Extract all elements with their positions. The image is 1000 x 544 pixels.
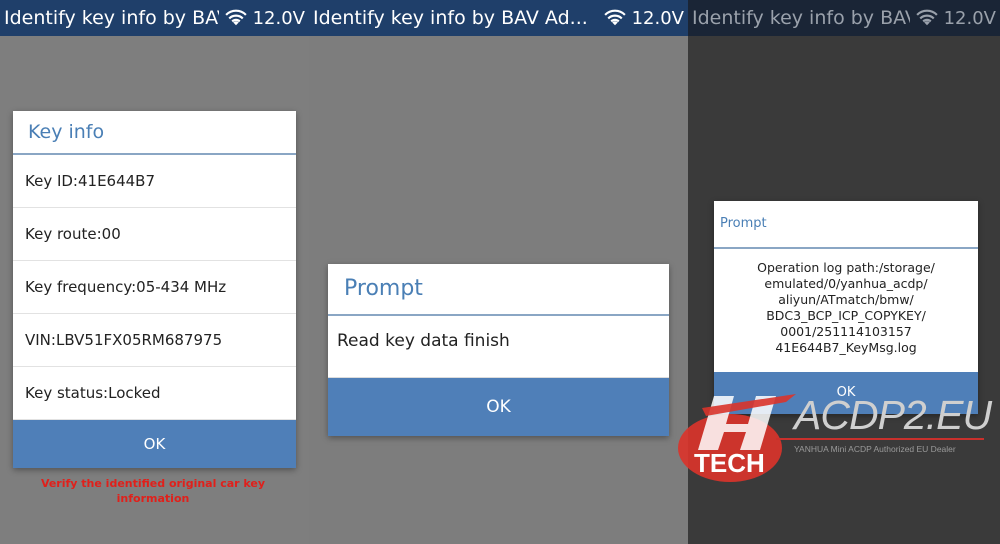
key-status-row: Key status:Locked (13, 367, 296, 420)
brand-underline (776, 438, 984, 440)
dialog-title: Key info (13, 111, 296, 155)
dialog-title: Prompt (328, 264, 669, 316)
status-bar: Identify key info by BAV Ad... 12.0V (0, 0, 309, 36)
screen-read-finish: Identify key info by BAV Ad... 12.0V Pro… (309, 0, 688, 544)
prompt-dialog: Prompt Read key data finish OK (328, 264, 669, 436)
vin-row: VIN:LBV51FX05RM687975 (13, 314, 296, 367)
screen-key-info: Identify key info by BAV Ad... 12.0V Key… (0, 0, 309, 544)
ok-button[interactable]: OK (13, 420, 296, 468)
voltage-readout: 12.0V (943, 7, 996, 29)
log-path-line: emulated/0/yanhua_acdp/ (764, 276, 928, 291)
key-info-dialog: Key info Key ID:41E644B7 Key route:00 Ke… (13, 111, 296, 468)
dialog-title: Prompt (714, 201, 978, 249)
log-path-line: aliyun/ATmatch/bmw/ (778, 292, 914, 307)
dealer-text: YANHUA Mini ACDP Authorized EU Dealer (794, 444, 956, 454)
app-title: Identify key info by BAV Ad... (4, 7, 219, 29)
prompt-message: Read key data finish (328, 316, 669, 378)
app-title: Identify key info by BAV Ad... (692, 7, 910, 29)
wifi-icon (603, 9, 626, 26)
key-id-row: Key ID:41E644B7 (13, 155, 296, 208)
key-route-row: Key route:00 (13, 208, 296, 261)
voltage-readout: 12.0V (252, 7, 305, 29)
status-bar: Identify key info by BAV Ad... 12.0V (688, 0, 1000, 36)
ok-button[interactable]: OK (328, 378, 669, 436)
log-path-line: 0001/251114103157 (780, 324, 912, 339)
wifi-icon (224, 9, 247, 26)
log-prompt-dialog: Prompt Operation log path:/storage/ emul… (714, 201, 978, 414)
status-bar: Identify key info by BAV Ad... 12.0V (309, 0, 688, 36)
log-path-line: BDC3_BCP_ICP_COPYKEY/ (766, 308, 926, 323)
log-path-line: 41E644B7_KeyMsg.log (775, 340, 917, 355)
brand-text: ACDP2.EU (794, 392, 992, 438)
voltage-readout: 12.0V (631, 7, 684, 29)
logo-text: TECH (694, 448, 765, 478)
log-path-message: Operation log path:/storage/ emulated/0/… (714, 249, 978, 356)
caption-text: Verify the identified original car key i… (40, 477, 266, 505)
wifi-icon (915, 9, 938, 26)
watermark: TECH ACDP2.EU YANHUA Mini ACDP Authorize… (676, 388, 1000, 494)
key-frequency-row: Key frequency:05-434 MHz (13, 261, 296, 314)
log-path-line: Operation log path:/storage/ (757, 260, 935, 275)
app-title: Identify key info by BAV Ad... (313, 7, 588, 29)
